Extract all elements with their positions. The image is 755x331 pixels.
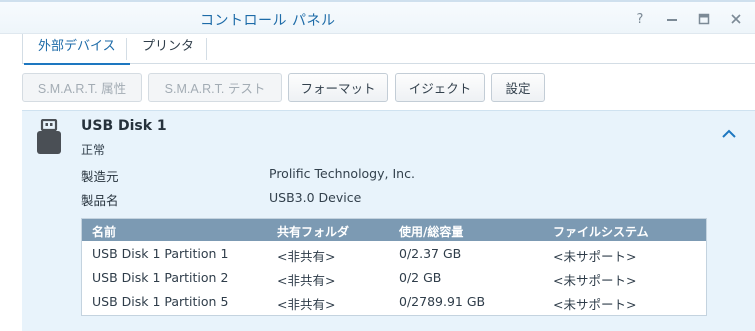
product-value: USB3.0 Device xyxy=(269,190,362,205)
minimize-icon[interactable] xyxy=(662,9,682,29)
smart-test-button[interactable]: S.M.A.R.T. テスト xyxy=(148,73,282,102)
smart-attributes-button[interactable]: S.M.A.R.T. 属性 xyxy=(22,73,142,102)
cell-usage: 0/2.37 GB xyxy=(399,246,462,261)
manufacturer-value: Prolific Technology, Inc. xyxy=(269,166,415,181)
column-header-name[interactable]: 名前 xyxy=(92,223,116,240)
table-row[interactable]: USB Disk 1 Partition 5 <非共有> 0/2789.91 G… xyxy=(82,289,706,313)
cell-filesystem: <未サポート> xyxy=(553,297,637,312)
tab-divider xyxy=(126,38,127,60)
manufacturer-label: 製造元 xyxy=(81,169,119,184)
column-header-usage[interactable]: 使用/総容量 xyxy=(399,223,463,240)
tab-printer[interactable]: プリンタ xyxy=(128,34,208,64)
cell-name: USB Disk 1 Partition 5 xyxy=(92,294,229,309)
table-row[interactable]: USB Disk 1 Partition 2 <非共有> 0/2 GB <未サポ… xyxy=(82,265,706,289)
cell-usage: 0/2789.91 GB xyxy=(399,294,486,309)
format-button[interactable]: フォーマット xyxy=(288,73,388,102)
cell-shared-folder: <非共有> xyxy=(277,273,336,288)
toolbar: S.M.A.R.T. 属性 S.M.A.R.T. テスト フォーマット イジェク… xyxy=(0,73,755,103)
help-icon[interactable]: ? xyxy=(630,9,650,29)
close-icon[interactable] xyxy=(726,9,746,29)
cell-filesystem: <未サポート> xyxy=(553,249,637,264)
cell-usage: 0/2 GB xyxy=(399,270,442,285)
chevron-up-icon[interactable] xyxy=(720,127,738,141)
cell-filesystem: <未サポート> xyxy=(553,273,637,288)
tab-divider xyxy=(206,38,207,60)
tab-bar: 外部デバイス プリンタ xyxy=(22,34,755,65)
cell-shared-folder: <非共有> xyxy=(277,297,336,312)
partition-table: 名前 共有フォルダ 使用/総容量 ファイルシステム USB Disk 1 Par… xyxy=(81,218,707,316)
cell-name: USB Disk 1 Partition 2 xyxy=(92,270,229,285)
maximize-icon[interactable] xyxy=(694,9,714,29)
column-header-filesystem[interactable]: ファイルシステム xyxy=(553,223,649,240)
column-header-shared-folder[interactable]: 共有フォルダ xyxy=(277,223,349,240)
eject-button[interactable]: イジェクト xyxy=(395,73,485,102)
cell-name: USB Disk 1 Partition 1 xyxy=(92,246,229,261)
table-row[interactable]: USB Disk 1 Partition 1 <非共有> 0/2.37 GB <… xyxy=(82,241,706,265)
device-panel: USB Disk 1 正常 製造元 Prolific Technology, I… xyxy=(22,110,755,331)
settings-button[interactable]: 設定 xyxy=(491,73,545,102)
usb-drive-icon xyxy=(37,119,61,154)
product-label: 製品名 xyxy=(81,193,119,208)
table-header: 名前 共有フォルダ 使用/総容量 ファイルシステム xyxy=(82,219,706,241)
disk-status: 正常 xyxy=(81,143,106,157)
window-title: コントロール パネル xyxy=(200,13,336,29)
tab-external-devices[interactable]: 外部デバイス xyxy=(24,34,130,65)
title-bar: コントロール パネル ? xyxy=(0,0,755,34)
cell-shared-folder: <非共有> xyxy=(277,249,336,264)
disk-name: USB Disk 1 xyxy=(81,118,167,134)
